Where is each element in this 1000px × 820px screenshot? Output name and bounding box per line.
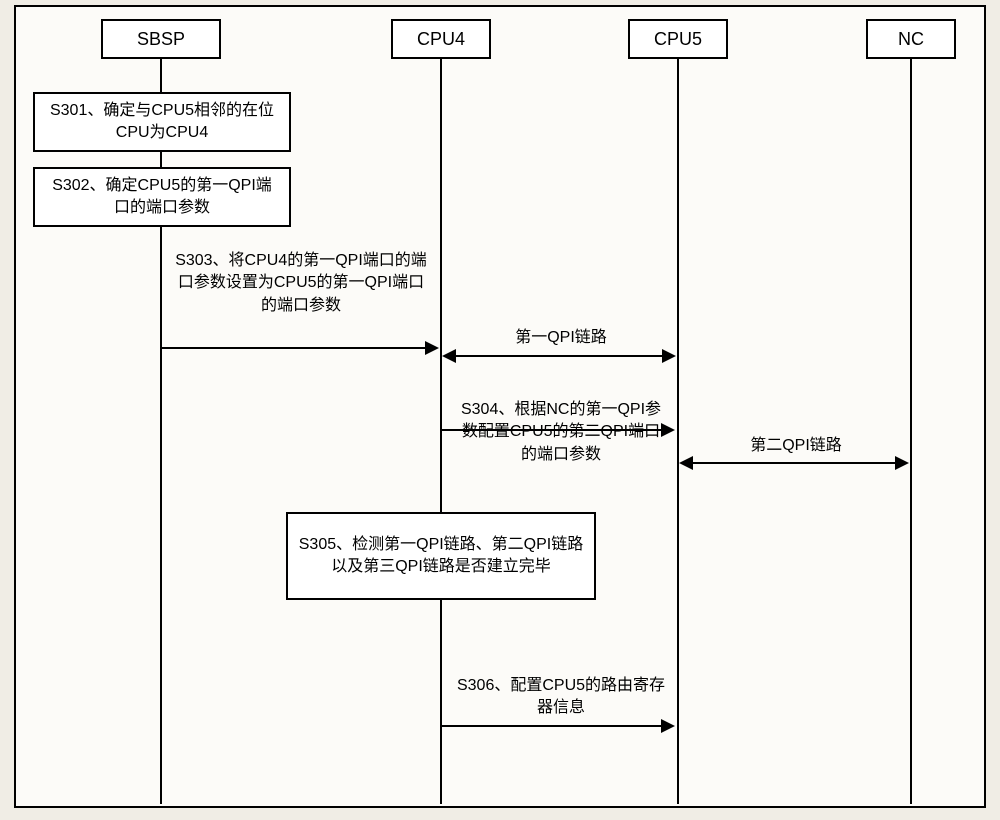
arrow-qpi1	[454, 355, 664, 357]
participant-label: CPU4	[417, 29, 465, 50]
message-text-content: S304、根据NC的第一QPI参数配置CPU5的第二QPI端口的端口参数	[461, 401, 661, 463]
lifeline-cpu4	[440, 59, 442, 804]
arrow-head-icon	[661, 423, 675, 437]
lifeline-cpu5	[677, 59, 679, 804]
message-text-content: 第二QPI链路	[750, 437, 842, 454]
message-qpi2: 第二QPI链路	[691, 435, 901, 457]
message-text-content: 第一QPI链路	[515, 329, 607, 346]
message-s304: S304、根据NC的第一QPI参数配置CPU5的第二QPI端口的端口参数	[456, 399, 666, 466]
step-text: S302、确定CPU5的第一QPI端口的端口参数	[45, 175, 279, 220]
arrow-head-icon	[895, 456, 909, 470]
arrow-head-icon	[662, 349, 676, 363]
lifeline-nc	[910, 59, 912, 804]
participant-sbsp: SBSP	[101, 19, 221, 59]
participant-label: SBSP	[137, 29, 185, 50]
arrow-s304	[442, 429, 663, 431]
arrow-s306	[442, 725, 663, 727]
step-text: S305、检测第一QPI链路、第二QPI链路以及第三QPI链路是否建立完毕	[298, 534, 584, 579]
participant-label: NC	[898, 29, 924, 50]
step-text: S301、确定与CPU5相邻的在位CPU为CPU4	[45, 100, 279, 145]
arrow-head-icon	[679, 456, 693, 470]
step-s305: S305、检测第一QPI链路、第二QPI链路以及第三QPI链路是否建立完毕	[286, 512, 596, 600]
participant-cpu5: CPU5	[628, 19, 728, 59]
diagram-frame: SBSP CPU4 CPU5 NC S301、确定与CPU5相邻的在位CPU为C…	[14, 5, 986, 808]
arrow-head-icon	[661, 719, 675, 733]
participant-label: CPU5	[654, 29, 702, 50]
message-text-content: S306、配置CPU5的路由寄存器信息	[457, 677, 665, 716]
participant-nc: NC	[866, 19, 956, 59]
arrow-qpi2	[692, 462, 897, 464]
step-s302: S302、确定CPU5的第一QPI端口的端口参数	[33, 167, 291, 227]
message-qpi1: 第一QPI链路	[456, 327, 666, 349]
arrow-head-icon	[425, 341, 439, 355]
arrow-head-icon	[442, 349, 456, 363]
step-s301: S301、确定与CPU5相邻的在位CPU为CPU4	[33, 92, 291, 152]
message-s306: S306、配置CPU5的路由寄存器信息	[456, 675, 666, 720]
participant-cpu4: CPU4	[391, 19, 491, 59]
arrow-s303	[161, 347, 427, 349]
message-s303: S303、将CPU4的第一QPI端口的端口参数设置为CPU5的第一QPI端口的端…	[171, 250, 431, 317]
message-text-content: S303、将CPU4的第一QPI端口的端口参数设置为CPU5的第一QPI端口的端…	[175, 252, 427, 314]
